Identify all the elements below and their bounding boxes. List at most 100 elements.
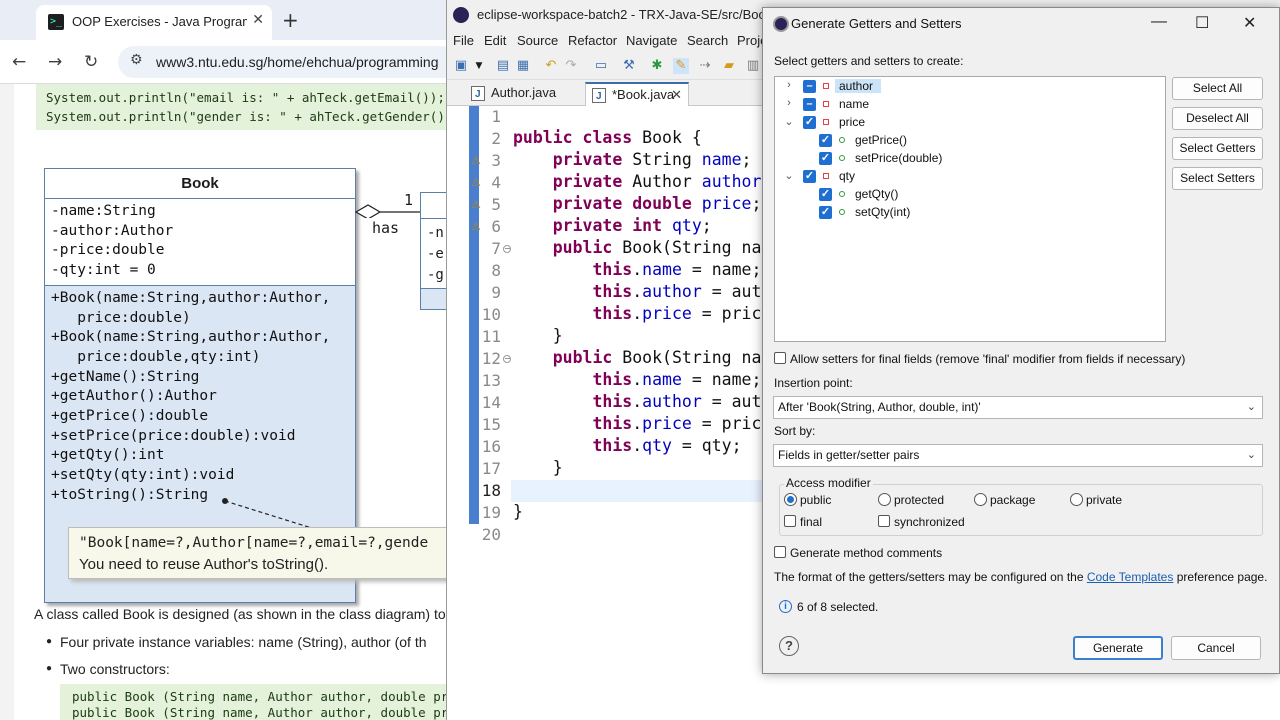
- chevron-down-icon[interactable]: ⌄: [783, 115, 795, 128]
- external-tools-icon[interactable]: ▥: [745, 58, 761, 74]
- build-icon[interactable]: ⚒: [621, 58, 637, 74]
- uml-operation: price:double): [51, 309, 191, 326]
- close-tab-icon[interactable]: ✕: [671, 84, 682, 106]
- debug-icon[interactable]: ✱: [649, 58, 665, 74]
- highlight-icon[interactable]: ✎: [673, 58, 689, 74]
- warning-marker-icon[interactable]: ⚠: [471, 220, 485, 234]
- forward-icon[interactable]: →: [48, 52, 62, 72]
- radio-public[interactable]: [784, 493, 797, 506]
- next-annotation-icon[interactable]: ⇢: [697, 58, 713, 74]
- private-field-icon: [823, 83, 829, 89]
- redo-icon[interactable]: ↷: [563, 58, 579, 74]
- line-number: 18: [481, 481, 501, 500]
- private-field-icon: [823, 101, 829, 107]
- browser-tab[interactable]: >_ OOP Exercises - Java Programm ✕: [36, 5, 272, 40]
- new-tab-button[interactable]: +: [282, 8, 299, 32]
- tab-book-java[interactable]: *Book.java ✕: [585, 82, 689, 108]
- checked-checkbox[interactable]: ✓: [819, 152, 832, 165]
- checked-checkbox[interactable]: ✓: [803, 170, 816, 183]
- uml-attributes: -n -e -g: [421, 219, 446, 289]
- partial-checkbox[interactable]: –: [803, 80, 816, 93]
- tree-method-row[interactable]: ✓ getQty(): [799, 186, 1159, 204]
- insertion-point-value: After 'Book(String, Author, double, int)…: [778, 400, 981, 414]
- generate-button[interactable]: Generate: [1073, 636, 1163, 660]
- url-text: www3.ntu.edu.sg/home/ehchua/programming: [156, 54, 439, 70]
- code-line: this.author = aut: [592, 282, 762, 301]
- synchronized-checkbox[interactable]: [878, 515, 890, 527]
- minimize-icon[interactable]: —: [1151, 13, 1167, 31]
- allow-final-checkbox[interactable]: [774, 352, 786, 364]
- sort-by-select[interactable]: Fields in getter/setter pairs ⌄: [773, 444, 1263, 467]
- warning-marker-icon[interactable]: ⚠: [471, 176, 485, 190]
- tree-field-row[interactable]: ⌄ ✓ price: [783, 114, 1143, 132]
- generate-comments-checkbox[interactable]: [774, 546, 786, 558]
- select-setters-button[interactable]: Select Setters: [1172, 167, 1263, 190]
- fold-toggle-icon[interactable]: −: [503, 245, 511, 253]
- maximize-icon[interactable]: ☐: [1195, 13, 1209, 33]
- partial-checkbox[interactable]: –: [803, 98, 816, 111]
- undo-icon[interactable]: ↶: [543, 58, 559, 74]
- select-getters-button[interactable]: Select Getters: [1172, 137, 1263, 160]
- line-number: 20: [481, 525, 501, 544]
- menu-edit[interactable]: Edit: [484, 33, 506, 48]
- new-icon[interactable]: ▣: [453, 58, 469, 74]
- uml-operation: +getAuthor():Author: [51, 388, 217, 405]
- folder-icon[interactable]: ▰: [721, 58, 737, 74]
- checked-checkbox[interactable]: ✓: [819, 134, 832, 147]
- chevron-down-icon: ⌄: [1246, 449, 1256, 461]
- url-input[interactable]: ⚙ www3.ntu.edu.sg/home/ehchua/programmin…: [118, 46, 446, 78]
- paragraph: A class called Book is designed (as show…: [34, 606, 446, 622]
- radio-package[interactable]: [974, 493, 987, 506]
- tree-method-row[interactable]: ✓ setPrice(double): [799, 150, 1159, 168]
- save-all-icon[interactable]: ▦: [515, 58, 531, 74]
- cancel-button[interactable]: Cancel: [1171, 636, 1261, 660]
- menu-search[interactable]: Search: [687, 33, 728, 48]
- radio-protected[interactable]: [878, 493, 891, 506]
- tree-method-row[interactable]: ✓ getPrice(): [799, 132, 1159, 150]
- tree-field-row[interactable]: › – author: [783, 78, 1143, 96]
- tree-field-row[interactable]: ⌄ ✓ qty: [783, 168, 1143, 186]
- back-icon[interactable]: ←: [12, 52, 26, 72]
- tree-field-row[interactable]: › – name: [783, 96, 1143, 114]
- uml-operation: +Book(name:String,author:Author,: [51, 329, 331, 346]
- menu-source[interactable]: Source: [517, 33, 558, 48]
- menu-refactor[interactable]: Refactor: [568, 33, 617, 48]
- menu-file[interactable]: File: [453, 33, 474, 48]
- dropdown-icon[interactable]: ▼: [471, 58, 487, 74]
- save-icon[interactable]: ▤: [495, 58, 511, 74]
- code-templates-link[interactable]: Code Templates: [1087, 570, 1174, 584]
- sort-by-label: Sort by:: [774, 424, 816, 438]
- radio-protected-label: protected: [894, 493, 945, 507]
- checked-checkbox[interactable]: ✓: [803, 116, 816, 129]
- private-field-icon: [823, 119, 829, 125]
- insertion-point-select[interactable]: After 'Book(String, Author, double, int)…: [773, 396, 1263, 419]
- tree-method-row[interactable]: ✓ setQty(int): [799, 204, 1159, 222]
- checked-checkbox[interactable]: ✓: [819, 188, 832, 201]
- chevron-down-icon[interactable]: ⌄: [783, 169, 795, 182]
- final-checkbox[interactable]: [784, 515, 796, 527]
- code-line: this.price = pric: [592, 414, 762, 433]
- chevron-right-icon[interactable]: ›: [783, 79, 795, 91]
- console-icon[interactable]: ▭: [593, 58, 609, 74]
- radio-private[interactable]: [1070, 493, 1083, 506]
- editor-ruler: [447, 106, 469, 720]
- close-tab-icon[interactable]: ✕: [252, 12, 264, 28]
- tree-item-label: author: [835, 79, 882, 93]
- close-icon[interactable]: ✕: [1243, 13, 1256, 33]
- warning-marker-icon[interactable]: ⚠: [471, 198, 485, 212]
- members-tree[interactable]: › – author › – name ⌄ ✓ price ✓ getPrice() ✓ setPric…: [774, 76, 1166, 342]
- site-info-icon[interactable]: ⚙: [130, 52, 143, 68]
- fold-toggle-icon[interactable]: −: [503, 355, 511, 363]
- deselect-all-button[interactable]: Deselect All: [1172, 107, 1263, 130]
- chevron-right-icon[interactable]: ›: [783, 97, 795, 109]
- reload-icon[interactable]: ↻: [84, 52, 98, 72]
- eclipse-window-title: eclipse-workspace-batch2 - TRX-Java-SE/s…: [477, 7, 800, 22]
- select-all-button[interactable]: Select All: [1172, 77, 1263, 100]
- help-icon[interactable]: ?: [779, 636, 799, 656]
- browser-sidebar-toggle[interactable]: [4, 8, 28, 32]
- checked-checkbox[interactable]: ✓: [819, 206, 832, 219]
- warning-marker-icon[interactable]: ⚠: [471, 154, 485, 168]
- tab-author-java[interactable]: Author.java: [465, 82, 577, 106]
- menu-navigate[interactable]: Navigate: [626, 33, 677, 48]
- code-line: private double price;: [552, 194, 762, 213]
